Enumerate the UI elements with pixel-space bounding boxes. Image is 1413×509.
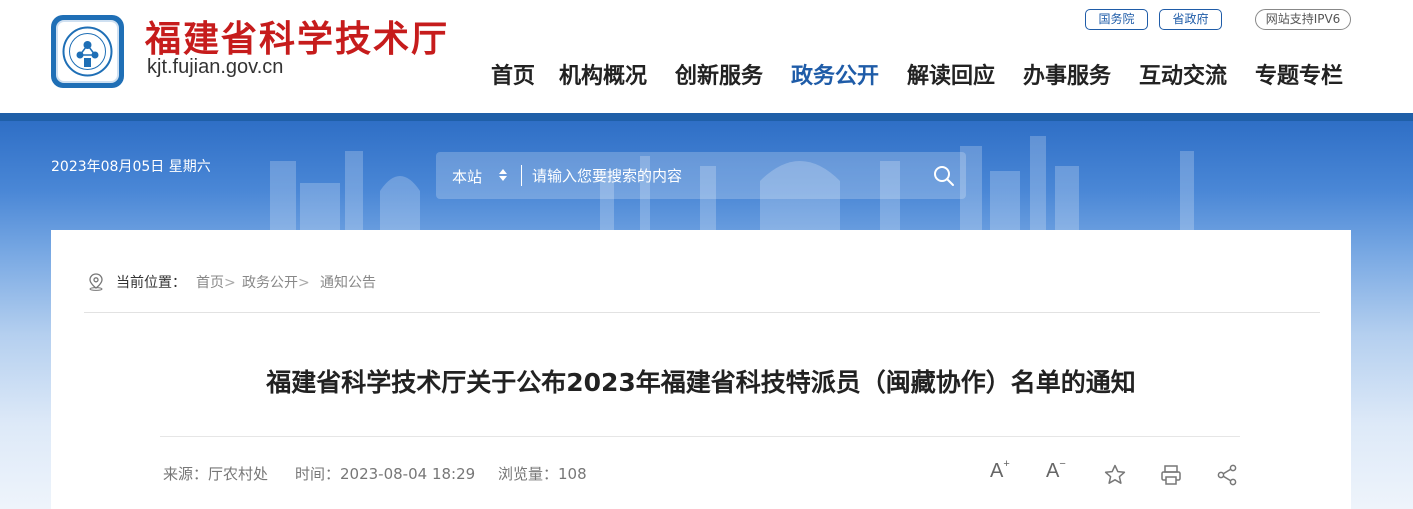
font-decrease-icon[interactable]: A− (1046, 458, 1072, 486)
search-scope-select[interactable]: 本站 (452, 166, 482, 187)
nav-services[interactable]: 办事服务 (1023, 58, 1111, 90)
main-nav: 首页 机构概况 创新服务 政务公开 解读回应 办事服务 互动交流 专题专栏 (0, 58, 1413, 90)
star-icon[interactable] (1103, 461, 1127, 489)
nav-home[interactable]: 首页 (491, 58, 535, 90)
breadcrumb-label: 当前位置： (116, 275, 186, 291)
nav-innovation-services[interactable]: 创新服务 (675, 58, 763, 90)
font-increase-icon[interactable]: A+ (990, 458, 1016, 486)
article-card: 当前位置： 首页> 政务公开> 通知公告 福建省科学技术厅关于公布2023年福建… (51, 230, 1351, 509)
header-stripe (0, 113, 1413, 121)
share-icon[interactable] (1215, 461, 1239, 489)
nav-organization[interactable]: 机构概况 (559, 58, 647, 90)
nav-interpretation[interactable]: 解读回应 (907, 58, 995, 90)
breadcrumb-government-affairs[interactable]: 政务公开> (242, 272, 310, 292)
nav-special-topics[interactable]: 专题专栏 (1255, 58, 1343, 90)
top-links: 国务院 省政府 网站支持IPV6 (0, 9, 1413, 31)
breadcrumb-home[interactable]: 首页> (196, 272, 236, 292)
search-input[interactable] (532, 160, 912, 191)
article-tools: A+ A− (51, 458, 1351, 488)
link-provincial-government[interactable]: 省政府 (1159, 9, 1222, 30)
search-bar: 本站 (436, 152, 966, 199)
site-header: 福建省科学技术厅 kjt.fujian.gov.cn 国务院 省政府 网站支持I… (0, 0, 1413, 113)
ipv6-badge: 网站支持IPV6 (1255, 9, 1351, 30)
nav-government-affairs[interactable]: 政务公开 (791, 58, 879, 90)
location-pin-icon (89, 273, 103, 291)
sort-arrows-icon[interactable] (498, 166, 508, 184)
nav-interaction[interactable]: 互动交流 (1139, 58, 1227, 90)
breadcrumb-notices[interactable]: 通知公告 (320, 272, 376, 292)
search-icon[interactable] (932, 164, 956, 188)
current-date: 2023年08月05日 星期六 (51, 159, 211, 175)
print-icon[interactable] (1159, 461, 1183, 489)
divider (84, 312, 1320, 313)
article-title: 福建省科学技术厅关于公布2023年福建省科技特派员（闽藏协作）名单的通知 (266, 368, 1136, 397)
search-divider (521, 165, 522, 186)
divider (160, 436, 1240, 437)
link-state-council[interactable]: 国务院 (1085, 9, 1148, 30)
